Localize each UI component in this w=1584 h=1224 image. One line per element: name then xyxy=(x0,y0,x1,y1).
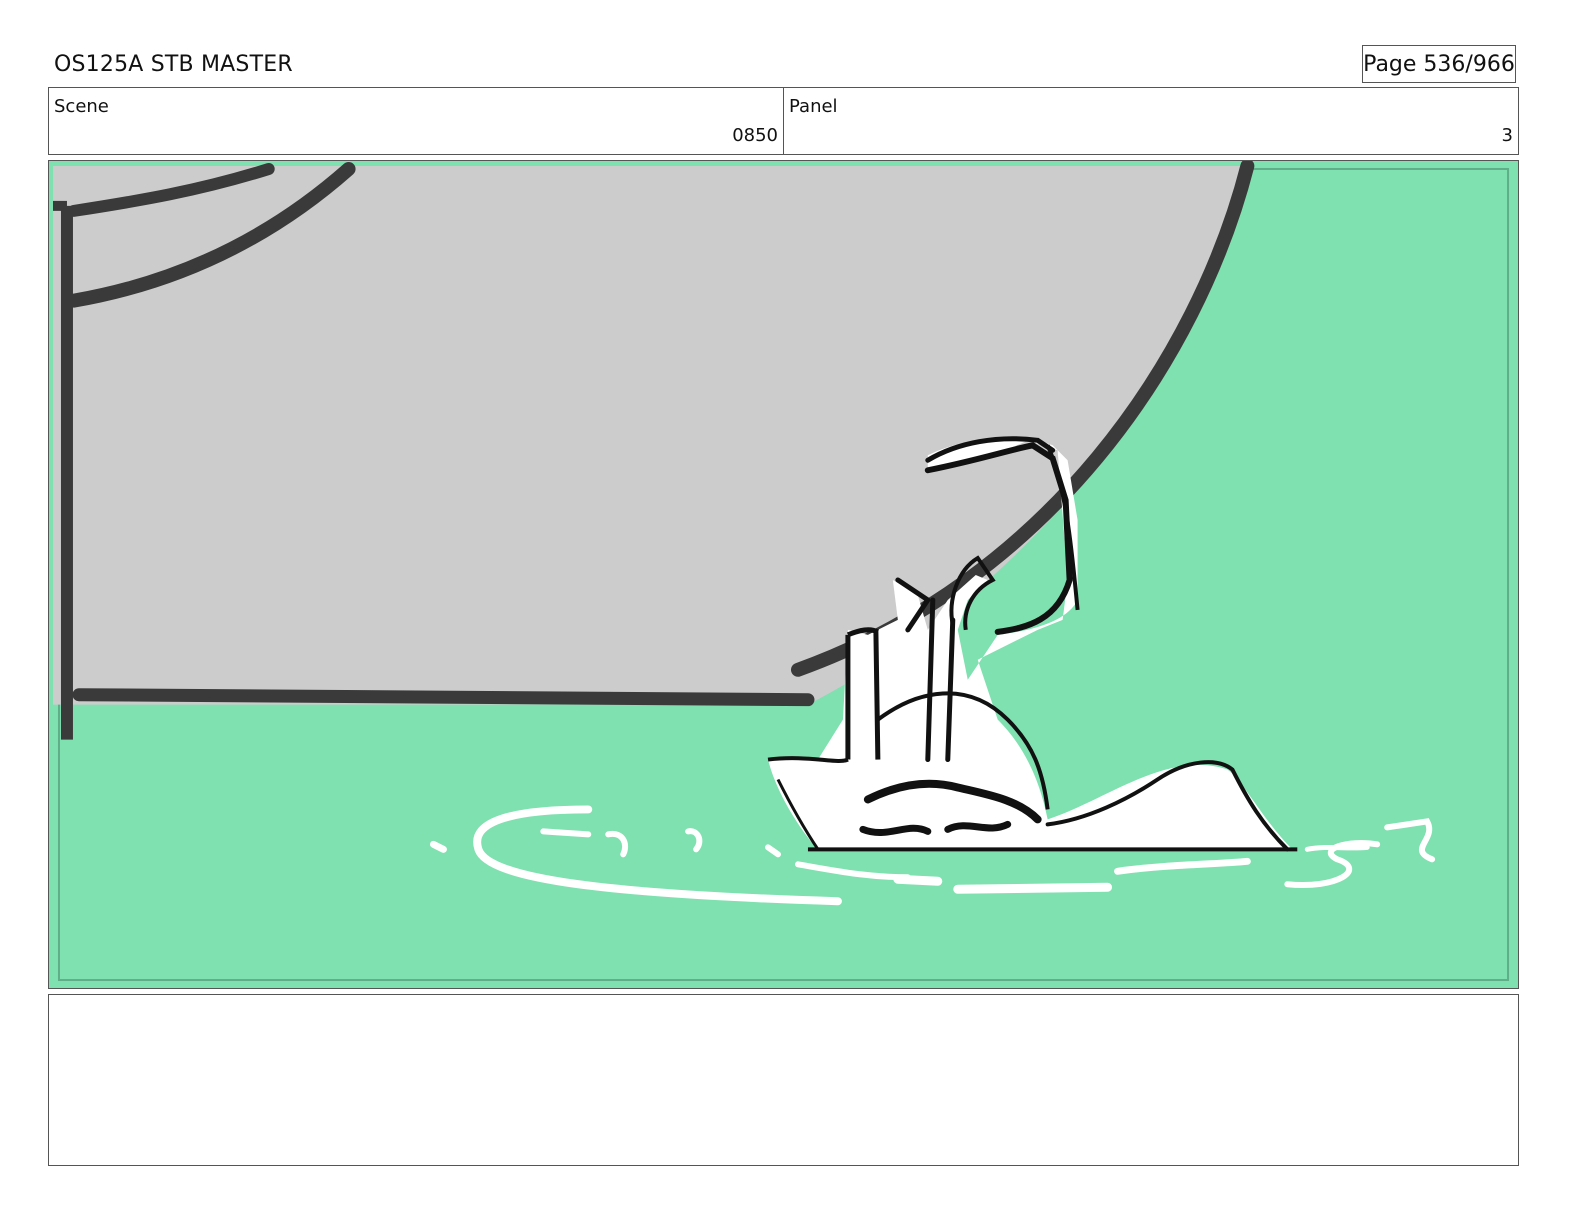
panel-number: 3 xyxy=(1501,125,1513,146)
scene-number: 0850 xyxy=(732,125,778,146)
scene-cell: Scene 0850 xyxy=(49,88,783,154)
storyboard-panel xyxy=(48,160,1519,989)
panel-drawing xyxy=(49,161,1518,988)
scene-panel-info-row: Scene 0850 Panel 3 xyxy=(48,87,1519,155)
panel-label: Panel xyxy=(789,96,838,117)
page-number: Page 536/966 xyxy=(1362,45,1516,83)
scene-label: Scene xyxy=(54,96,109,117)
panel-cell: Panel 3 xyxy=(783,88,1518,154)
notes-box xyxy=(48,994,1519,1166)
wall-base-stroke xyxy=(72,688,815,707)
ripple-dot xyxy=(429,840,447,853)
ripple-dash-6 xyxy=(1304,844,1370,852)
document-title: OS125A STB MASTER xyxy=(54,52,293,77)
